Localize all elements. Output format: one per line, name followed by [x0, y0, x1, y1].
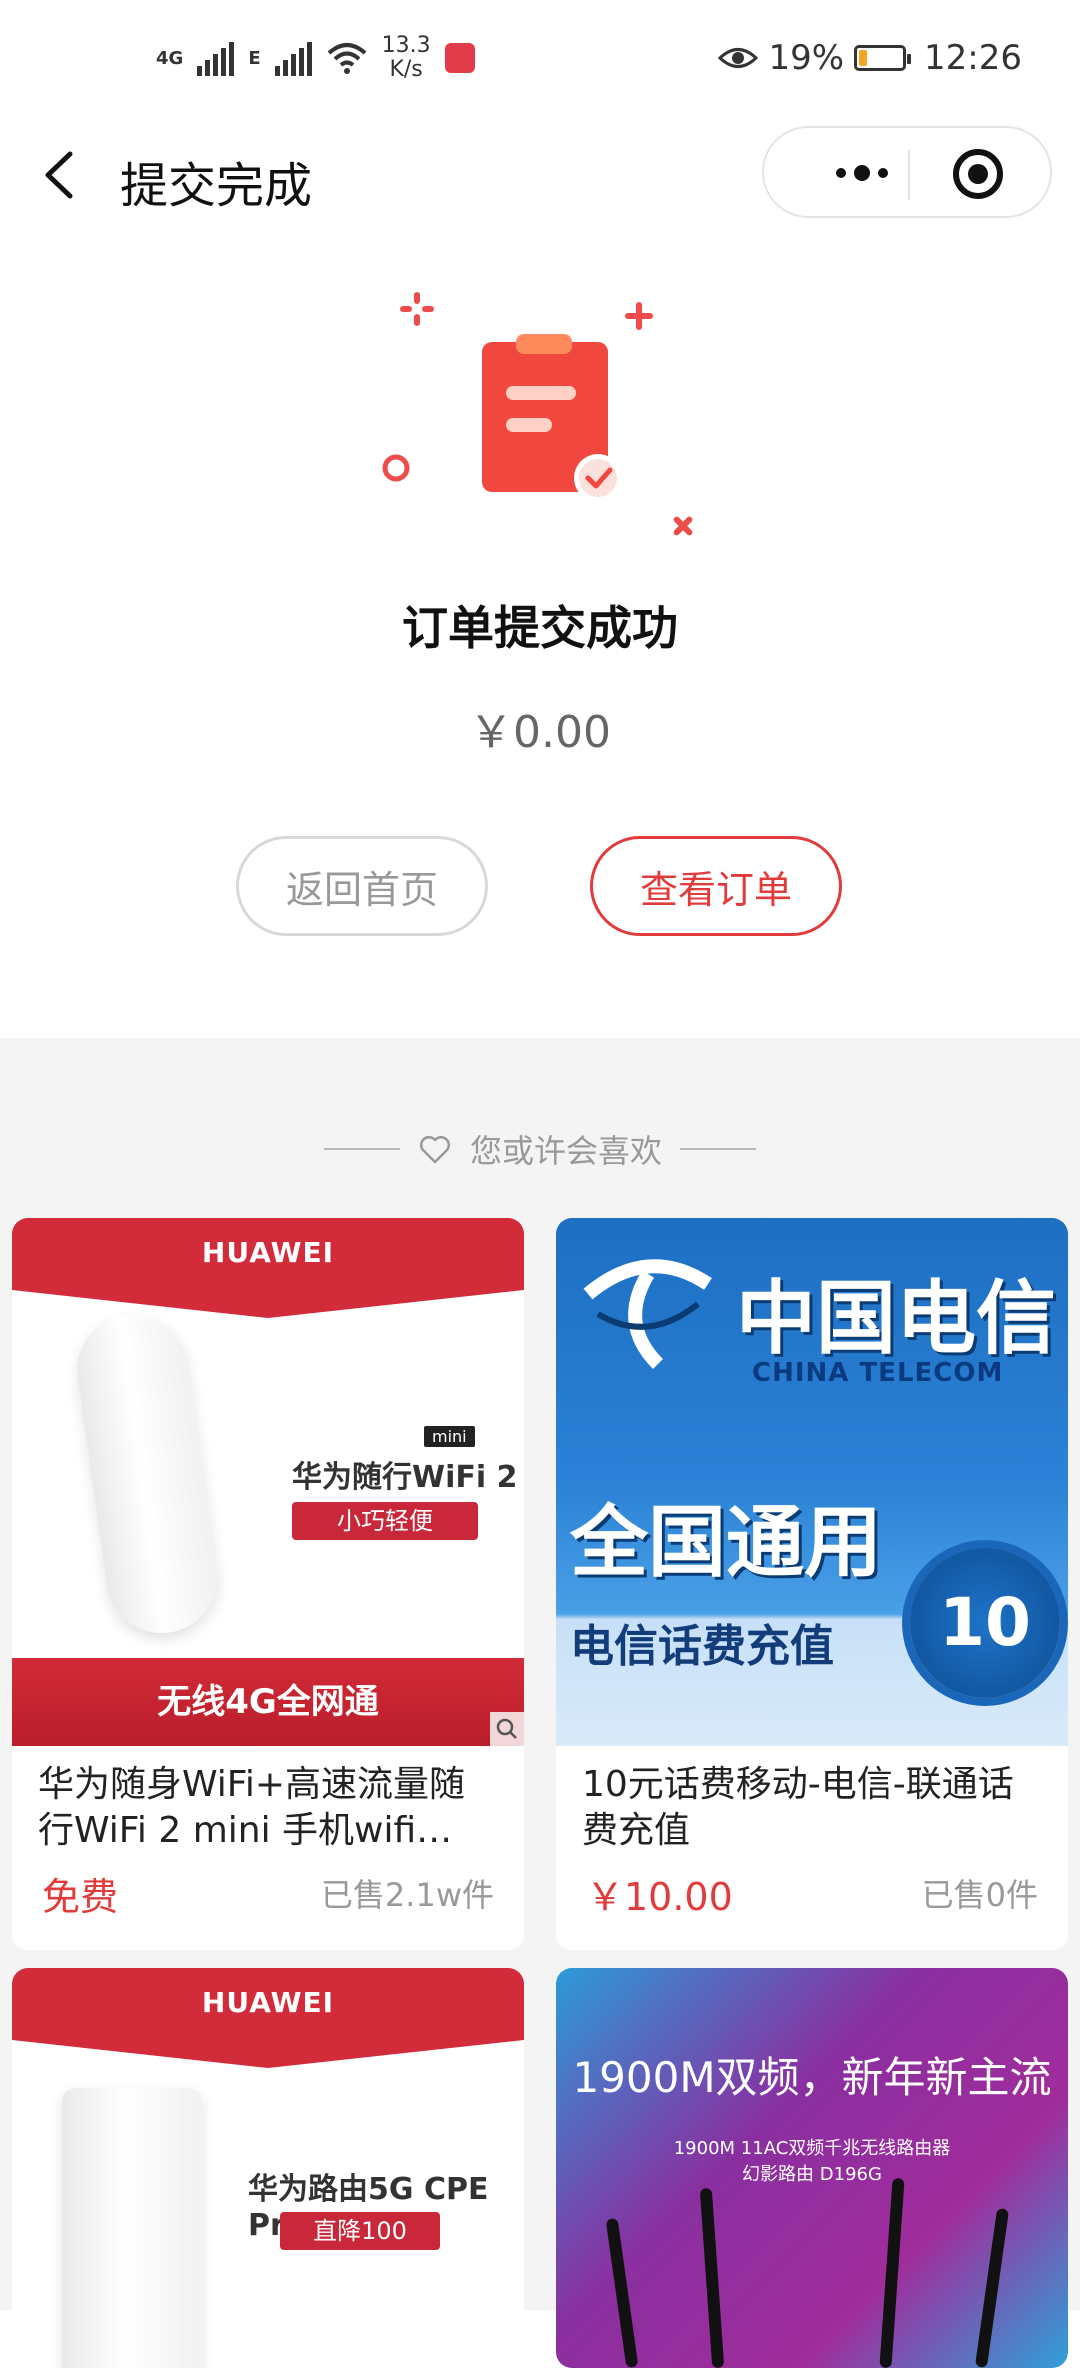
recommendations-title: 您或许会喜欢 [469, 1132, 662, 1170]
product-image: 1900M双频，新年新主流 1900M 11AC双频千兆无线路由器 幻影路由 D… [556, 1968, 1068, 2368]
net-speed-value: 13.3 [381, 33, 431, 58]
product-card[interactable]: 中国电信 CHINA TELECOM 全国通用 电信话费充值 10 10元话费移… [556, 1218, 1068, 1950]
view-order-button[interactable]: 查看订单 [590, 836, 842, 936]
signal-icon-2 [274, 40, 312, 76]
telecom-logo-icon [583, 1259, 712, 1369]
product-image: HUAWEI 华为路由5G CPE Pro 直降100 [12, 1968, 524, 2368]
router-headline: 1900M双频，新年新主流 [572, 2053, 1052, 2102]
battery-percent: 19% [768, 38, 845, 78]
router-subtitle-line1: 1900M 11AC双频千兆无线路由器 [673, 2138, 951, 2159]
divider-line-right [680, 1148, 756, 1150]
close-miniprogram-icon[interactable] [952, 148, 1004, 200]
network-type-2: E [248, 47, 261, 69]
recommendations-header: 您或许会喜欢 [0, 1124, 1080, 1174]
clock: 12:26 [924, 38, 1022, 78]
banner-point [12, 1290, 524, 1318]
net-speed-unit: K/s [389, 57, 423, 82]
sold-count: 已售0件 [921, 1876, 1038, 1914]
telecom-headline: 全国通用 [570, 1498, 883, 1588]
sparkle-icon [400, 292, 434, 326]
router-subtitle: 1900M 11AC双频千兆无线路由器 幻影路由 D196G [556, 2136, 1068, 2188]
huawei-banner: HUAWEI [12, 1968, 524, 2040]
mini-tag: mini [424, 1426, 475, 1447]
product-model: 华为随行WiFi 2 [292, 1460, 518, 1495]
status-bar: 4G E 13.3 K/s 19% 12:26 [0, 0, 1080, 120]
product-card[interactable]: HUAWEI 华为路由5G CPE Pro 直降100 [12, 1968, 524, 2368]
brand-label: HUAWEI [201, 1236, 335, 1269]
back-arrow-icon[interactable] [40, 150, 80, 200]
sold-count: 已售2.1w件 [320, 1876, 494, 1914]
mini-program-capsule [762, 126, 1052, 218]
battery-level [859, 50, 868, 66]
product-image: HUAWEI mini 华为随行WiFi 2 小巧轻便 无线4G全网通 [12, 1218, 524, 1746]
net-speed: 13.3 K/s [382, 34, 431, 82]
signal-icon [197, 40, 235, 76]
brand-label: HUAWEI [201, 1986, 335, 2019]
order-success-illustration [382, 292, 693, 536]
product-price: 免费 [42, 1875, 119, 1919]
battery-icon [854, 45, 912, 71]
product-title: 10元话费移动-电信-联通话费充值 [582, 1764, 1014, 1851]
wifi-device-image [70, 1307, 224, 1641]
divider-line-left [323, 1148, 400, 1150]
product-card[interactable]: 1900M双频，新年新主流 1900M 11AC双频千兆无线路由器 幻影路由 D… [556, 1968, 1068, 2368]
wifi-icon [327, 43, 366, 74]
banner-point [12, 2040, 524, 2068]
more-menu-icon[interactable] [814, 148, 910, 198]
product-title: 华为随身WiFi+高速流量随行WiFi 2 mini 手机wifi… [38, 1764, 466, 1851]
capsule-divider [908, 150, 910, 200]
product-image: 中国电信 CHINA TELECOM 全国通用 电信话费充值 10 [556, 1218, 1068, 1746]
telecom-subline: 电信话费充值 [570, 1621, 834, 1672]
notification-app-icon [444, 43, 475, 73]
amount-badge: 10 [910, 1548, 1060, 1698]
telecom-logo-text: 中国电信 [736, 1272, 1056, 1365]
nav-bar: 提交完成 [0, 120, 1080, 230]
back-home-button[interactable]: 返回首页 [236, 836, 488, 936]
product-card[interactable]: HUAWEI mini 华为随行WiFi 2 小巧轻便 无线4G全网通 华为随身… [12, 1218, 524, 1950]
order-amount: ￥0.00 [469, 707, 611, 758]
feature-tag: 直降100 [280, 2212, 440, 2250]
status-left: 4G E 13.3 K/s [156, 34, 475, 82]
bottom-banner: 无线4G全网通 [12, 1658, 524, 1746]
status-right: 19% 12:26 [718, 38, 1022, 78]
plus-icon [625, 302, 653, 330]
router-device-image [62, 2088, 202, 2368]
page-title: 提交完成 [120, 158, 313, 214]
huawei-banner: HUAWEI [12, 1218, 524, 1290]
router-subtitle-line2: 幻影路由 D196G [742, 2164, 882, 2185]
heart-icon [419, 1135, 450, 1164]
telecom-logo-english: CHINA TELECOM [752, 1358, 1004, 1388]
success-title: 订单提交成功 [402, 601, 678, 655]
feature-tag: 小巧轻便 [292, 1502, 478, 1540]
eye-comfort-icon [718, 48, 759, 68]
zoom-icon [490, 1712, 524, 1746]
product-price: ￥10.00 [586, 1875, 733, 1919]
network-type-1: 4G [156, 47, 184, 69]
